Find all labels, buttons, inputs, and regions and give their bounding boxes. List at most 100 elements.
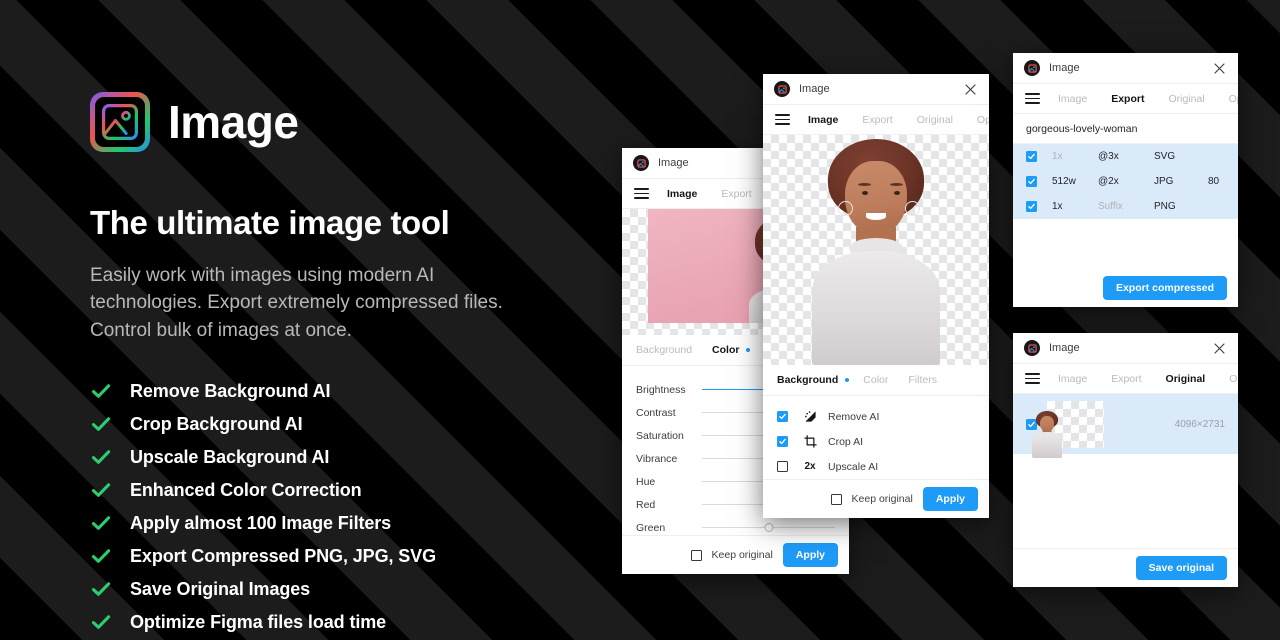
keep-original-checkbox[interactable]: [691, 550, 702, 561]
option-remove-ai[interactable]: Remove AI: [777, 406, 975, 427]
row-checkbox[interactable]: [1026, 151, 1037, 162]
row-checkbox[interactable]: [1026, 201, 1037, 212]
tab-export[interactable]: Export: [862, 114, 892, 126]
image-gradient-icon: [90, 92, 150, 152]
list-item: Remove Background AI: [90, 375, 630, 408]
tab-optimize[interactable]: Optimize: [977, 114, 989, 126]
table-row[interactable]: 512w @2x JPG 80 -95%: [1013, 169, 1238, 194]
window-footer: Save original: [1013, 548, 1238, 587]
slider-thumb[interactable]: [764, 523, 773, 532]
table-row[interactable]: 1x @3x SVG -20%: [1013, 144, 1238, 169]
option-upscale-ai[interactable]: 2x Upscale AI: [777, 456, 975, 477]
tab-optimize[interactable]: Optimize: [1229, 93, 1238, 105]
hamburger-icon[interactable]: [1025, 370, 1040, 387]
tab-export[interactable]: Export: [1111, 373, 1141, 385]
list-item: Crop Background AI: [90, 408, 630, 441]
slider-track[interactable]: [702, 522, 835, 534]
list-item: Save Original Images: [90, 573, 630, 606]
background-window[interactable]: Image Image Export Original Optimize: [763, 74, 989, 518]
tab-image[interactable]: Image: [667, 188, 697, 200]
crop-ai-checkbox[interactable]: [777, 436, 788, 447]
keep-original-label: Keep original: [712, 549, 773, 561]
page-title: The ultimate image tool: [90, 204, 630, 242]
row-scale[interactable]: 1x: [1052, 201, 1098, 212]
tab-original[interactable]: Original: [1168, 93, 1204, 105]
check-icon: [90, 578, 112, 600]
slider-label: Red: [636, 499, 702, 511]
original-window[interactable]: Image Image Export Original Optimize: [1013, 333, 1238, 587]
close-icon[interactable]: [1212, 341, 1227, 356]
sec-tab-color[interactable]: Color: [863, 374, 888, 386]
sec-tab-background[interactable]: Background: [777, 374, 838, 386]
tab-original[interactable]: Original: [917, 114, 953, 126]
list-item: Optimize Figma files load time: [90, 606, 630, 639]
hamburger-icon[interactable]: [634, 185, 649, 202]
row-format[interactable]: SVG: [1154, 151, 1208, 162]
image-preview-canvas[interactable]: [763, 135, 989, 365]
save-original-button[interactable]: Save original: [1136, 556, 1227, 580]
remove-ai-checkbox[interactable]: [777, 411, 788, 422]
slider-label: Brightness: [636, 384, 702, 396]
row-scale[interactable]: 1x: [1052, 151, 1098, 162]
list-item: Apply almost 100 Image Filters: [90, 507, 630, 540]
feature-label: Remove Background AI: [130, 381, 330, 402]
tab-original[interactable]: Original: [1166, 373, 1206, 385]
sec-tab-background[interactable]: Background: [636, 344, 692, 356]
hamburger-icon[interactable]: [1025, 90, 1040, 107]
crop-icon: [802, 435, 818, 448]
marketing-panel: Image The ultimate image tool Easily wor…: [90, 92, 630, 639]
list-item: Upscale Background AI: [90, 441, 630, 474]
thumbnail[interactable]: [1047, 401, 1104, 448]
apply-button[interactable]: Apply: [923, 487, 978, 511]
tab-image[interactable]: Image: [808, 114, 838, 126]
tab-optimize[interactable]: Optimize: [1229, 373, 1238, 385]
check-icon: [90, 380, 112, 402]
row-format[interactable]: JPG: [1154, 176, 1208, 187]
brand-row: Image: [90, 92, 630, 152]
brand-name: Image: [168, 99, 298, 145]
export-window[interactable]: Image Image Export Original Optimize gor…: [1013, 53, 1238, 307]
window-title: Image: [658, 157, 689, 169]
export-filename[interactable]: gorgeous-lovely-woman: [1013, 114, 1238, 144]
tab-image[interactable]: Image: [1058, 93, 1087, 105]
row-suffix[interactable]: @2x: [1098, 176, 1154, 187]
row-scale[interactable]: 512w: [1052, 176, 1098, 187]
feature-label: Crop Background AI: [130, 414, 303, 435]
hero-subcopy: Easily work with images using modern AI …: [90, 262, 510, 345]
slider-label: Vibrance: [636, 453, 702, 465]
sec-tab-filters[interactable]: Filters: [908, 374, 937, 386]
slider-label: Contrast: [636, 407, 702, 419]
keep-original-checkbox[interactable]: [831, 494, 842, 505]
app-icon: [633, 155, 649, 171]
slider-label: Saturation: [636, 430, 702, 442]
feature-list: Remove Background AI Crop Background AI …: [90, 375, 630, 639]
preview-photo: [763, 135, 989, 365]
titlebar: Image: [1013, 53, 1238, 84]
export-compressed-button[interactable]: Export compressed: [1103, 276, 1227, 300]
window-tabs: Image Export Original Optimize: [1013, 364, 1238, 394]
app-icon: [1024, 340, 1040, 356]
slider-label: Green: [636, 522, 702, 534]
list-item: Export Compressed PNG, JPG, SVG: [90, 540, 630, 573]
option-crop-ai[interactable]: Crop AI: [777, 431, 975, 452]
upscale-ai-checkbox[interactable]: [777, 461, 788, 472]
row-suffix[interactable]: Suffix: [1098, 201, 1154, 212]
apply-button[interactable]: Apply: [783, 543, 838, 567]
window-tabs: Image Export Original Optimize: [763, 105, 989, 135]
window-title: Image: [1049, 342, 1080, 354]
hamburger-icon[interactable]: [775, 111, 790, 128]
list-item[interactable]: 4096×2731: [1013, 394, 1238, 454]
image-dimensions: 4096×2731: [1175, 419, 1225, 430]
tab-export[interactable]: Export: [1111, 93, 1144, 105]
row-format[interactable]: PNG: [1154, 201, 1208, 212]
sec-tab-color[interactable]: Color: [712, 344, 739, 356]
tab-image[interactable]: Image: [1058, 373, 1087, 385]
slider-label: Hue: [636, 476, 702, 488]
row-quality[interactable]: 80: [1208, 176, 1238, 187]
tab-export[interactable]: Export: [721, 188, 751, 200]
table-row[interactable]: 1x Suffix PNG -70%: [1013, 194, 1238, 219]
close-icon[interactable]: [963, 82, 978, 97]
row-suffix[interactable]: @3x: [1098, 151, 1154, 162]
row-checkbox[interactable]: [1026, 176, 1037, 187]
close-icon[interactable]: [1212, 61, 1227, 76]
